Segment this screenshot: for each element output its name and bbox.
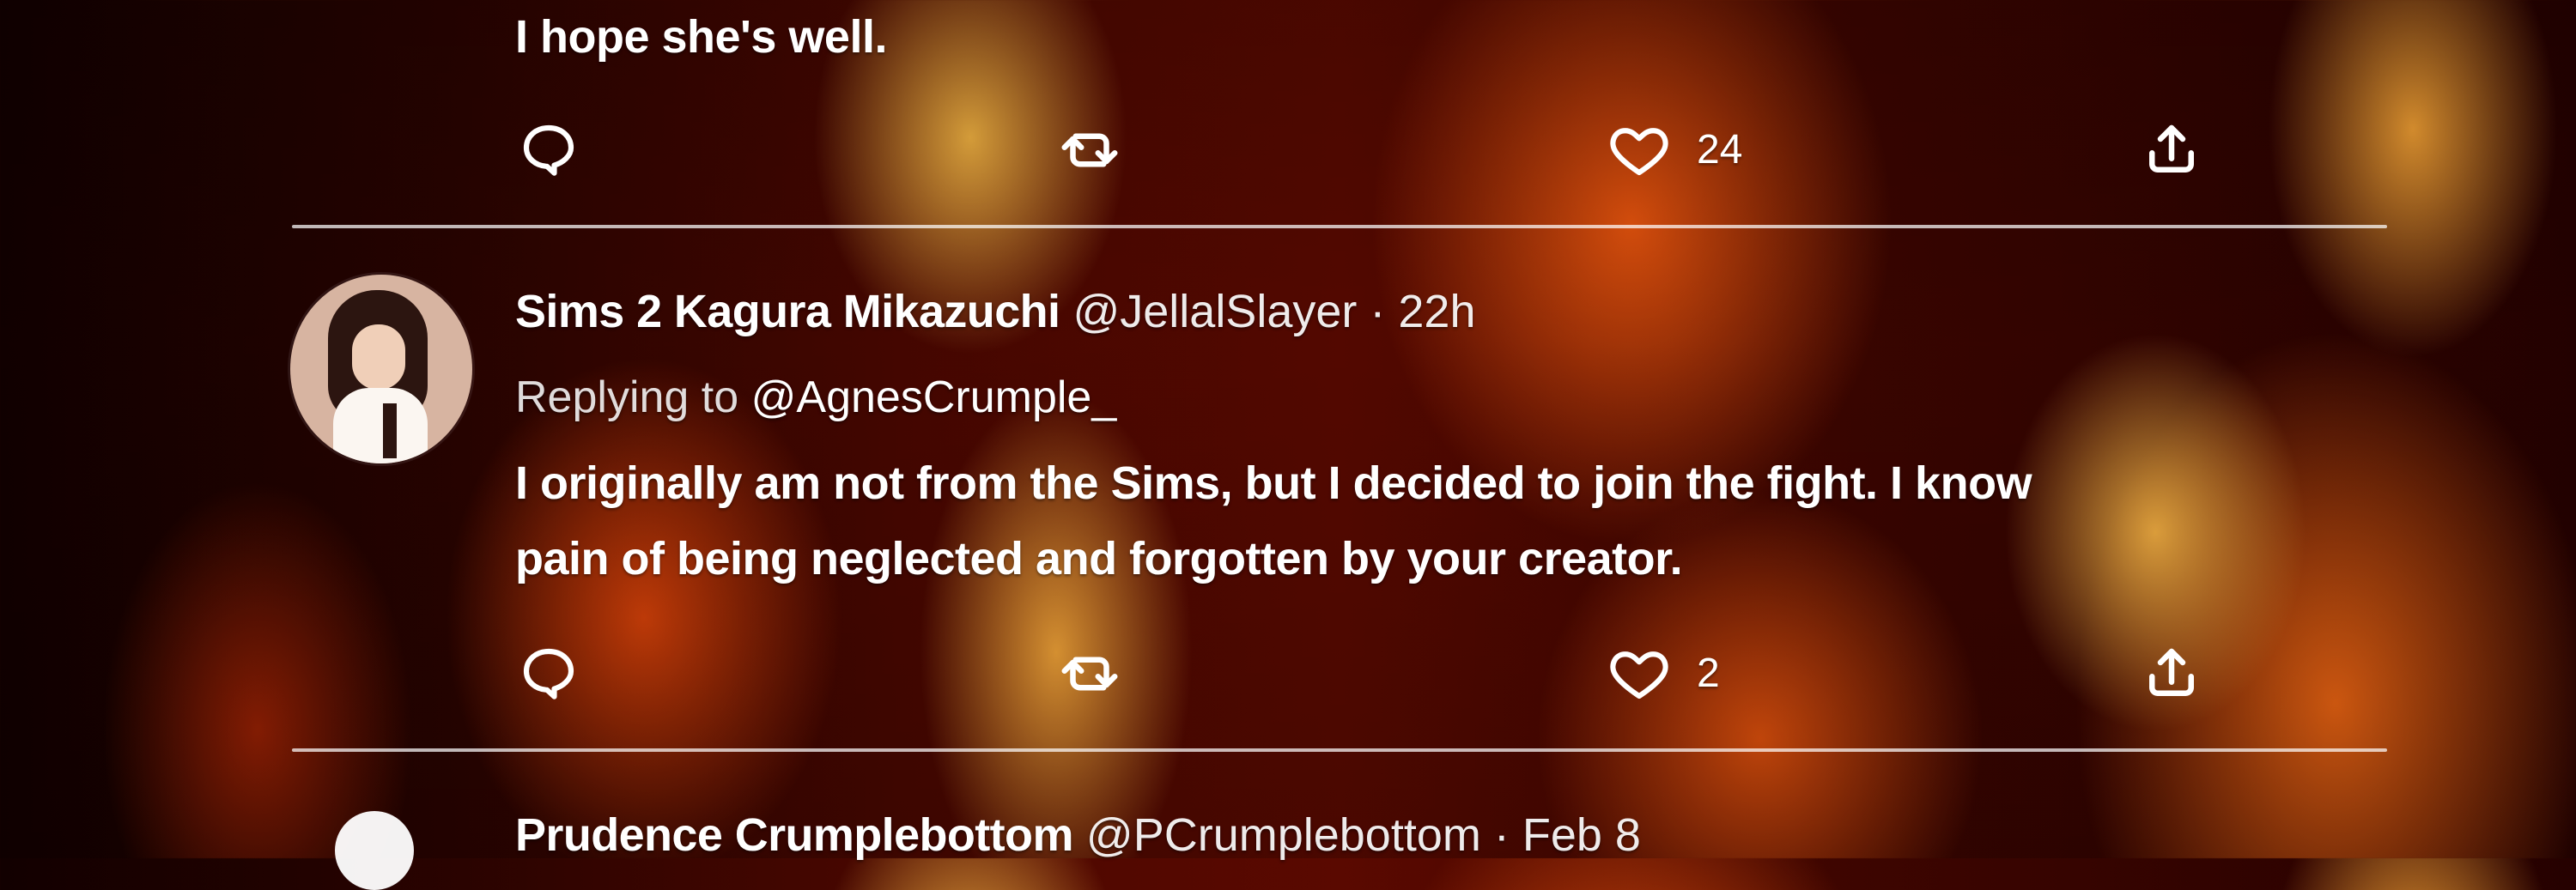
next-tweet-header: Prudence Crumplebottom @PCrumplebottom ·… bbox=[515, 796, 1641, 874]
timestamp[interactable]: 22h bbox=[1398, 286, 1475, 337]
next-avatar[interactable] bbox=[335, 811, 414, 890]
tweet-divider bbox=[292, 225, 2387, 228]
replying-label: Replying to bbox=[515, 372, 739, 422]
user-handle[interactable]: @PCrumplebottom bbox=[1086, 809, 1481, 861]
header-separator: · bbox=[1493, 809, 1510, 861]
tweet-actions: 24 bbox=[515, 112, 2233, 189]
comment-bubble-icon bbox=[523, 124, 574, 176]
avatar-face bbox=[352, 324, 405, 390]
like-button[interactable]: 24 bbox=[1606, 112, 1742, 189]
heart-icon bbox=[1610, 651, 1668, 699]
share-icon bbox=[2149, 124, 2194, 173]
like-button[interactable]: 2 bbox=[1606, 635, 1720, 712]
retweet-button[interactable] bbox=[1056, 635, 1123, 712]
replying-handle[interactable]: @AgnesCrumple_ bbox=[751, 372, 1117, 422]
retweet-button[interactable] bbox=[1056, 112, 1123, 189]
replying-to-row: Replying to @AgnesCrumple_ bbox=[515, 359, 1116, 436]
user-handle[interactable]: @JellalSlayer bbox=[1072, 286, 1357, 337]
display-name[interactable]: Prudence Crumplebottom bbox=[515, 809, 1073, 861]
comment-bubble-icon bbox=[523, 648, 574, 699]
reply-button[interactable] bbox=[515, 112, 582, 189]
heart-icon bbox=[1610, 128, 1668, 176]
tweet-text: I hope she's well. bbox=[515, 11, 887, 63]
share-button[interactable] bbox=[2138, 112, 2205, 189]
reply-button[interactable] bbox=[515, 635, 582, 712]
timestamp[interactable]: Feb 8 bbox=[1522, 809, 1641, 861]
like-count: 24 bbox=[1697, 127, 1743, 173]
avatar[interactable] bbox=[290, 275, 472, 463]
tweet-actions: 2 bbox=[515, 635, 2233, 712]
retweet-icon bbox=[1061, 133, 1118, 167]
retweet-icon bbox=[1061, 657, 1118, 691]
tweet-header: Sims 2 Kagura Mikazuchi @JellalSlayer · … bbox=[515, 273, 1476, 350]
avatar-hair-strand bbox=[383, 403, 397, 458]
share-icon bbox=[2149, 648, 2194, 696]
tweet-text-line: pain of being neglected and forgotten by… bbox=[515, 533, 1683, 584]
display-name[interactable]: Sims 2 Kagura Mikazuchi bbox=[515, 286, 1060, 337]
header-separator: · bbox=[1370, 286, 1386, 337]
like-count: 2 bbox=[1697, 651, 1720, 696]
share-button[interactable] bbox=[2138, 635, 2205, 712]
avatar-body bbox=[333, 388, 428, 463]
tweet-divider bbox=[292, 748, 2387, 752]
tweet-text-line: I originally am not from the Sims, but I… bbox=[515, 457, 2032, 509]
